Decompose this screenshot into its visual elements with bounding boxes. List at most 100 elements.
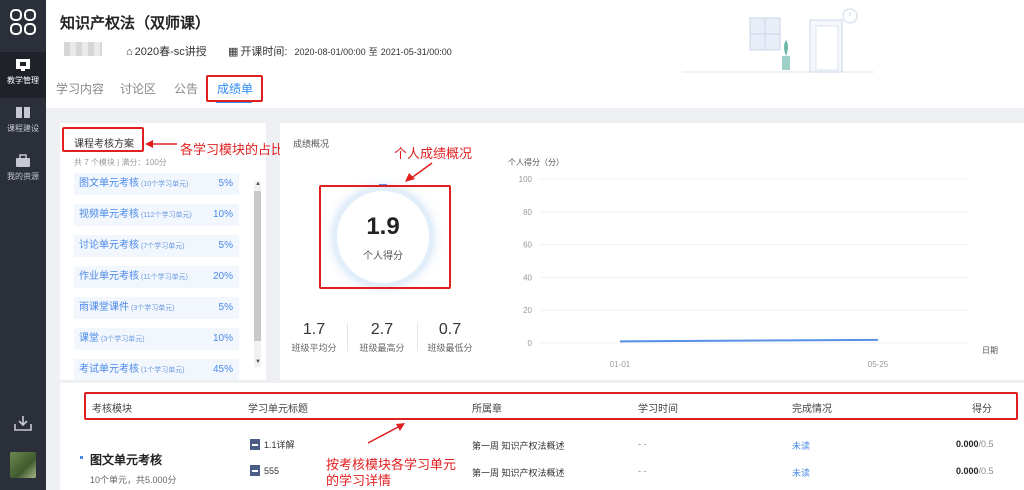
module-row-percent: 5% xyxy=(218,302,233,313)
annotation-box-table-header xyxy=(84,392,1018,420)
x-tick-label: 05-25 xyxy=(868,360,889,369)
module-row-units: (11个学习单元) xyxy=(141,274,188,281)
page-title: 知识产权法（双师课） xyxy=(60,15,211,32)
annotation-box-grades-tab xyxy=(206,75,263,102)
module-row[interactable]: 图文单元考核 (10个学习单元) 5% xyxy=(74,173,239,195)
app-logo-icon xyxy=(10,9,36,35)
module-row-units: (7个学习单元) xyxy=(141,243,185,250)
module-row-name: 作业单元考核 xyxy=(79,271,139,282)
teaching-icon xyxy=(16,59,30,71)
blurred-teacher-name xyxy=(64,42,102,56)
module-row-name: 讨论单元考核 xyxy=(79,240,139,251)
module-row-units: (3个学习单元) xyxy=(101,336,145,343)
avatar[interactable] xyxy=(10,452,36,478)
annotation-personal-overview: 个人成绩概况 xyxy=(394,146,473,161)
download-icon[interactable] xyxy=(13,414,33,432)
y-tick-label: 80 xyxy=(523,208,532,217)
room-illustration-icon xyxy=(682,8,874,73)
module-row-name: 视频单元考核 xyxy=(79,209,139,220)
module-row-units: (112个学习单元) xyxy=(141,212,192,219)
resource-icon xyxy=(16,154,30,167)
document-icon xyxy=(250,439,260,450)
module-description: 10个单元，共5.000分 xyxy=(90,475,177,485)
annotation-arrow-icon xyxy=(367,423,405,444)
course-time: ▦ 开课时间: 2020-08-01/00:00 至 2021-05-31/00:… xyxy=(228,46,452,58)
x-axis-label: 日期 xyxy=(982,346,998,355)
module-name: 图文单元考核 xyxy=(90,453,163,467)
series-line xyxy=(619,338,879,343)
tab-learning-content[interactable]: 学习内容 xyxy=(56,80,104,97)
module-row-percent: 5% xyxy=(218,240,233,251)
overview-title: 成绩概况 xyxy=(293,139,330,149)
sidebar-item-course-build[interactable]: 课程建设 xyxy=(0,100,46,146)
assessment-plan-panel: 课程考核方案 共 7 个模块 | 满分：100分 图文单元考核 (10个学习单元)… xyxy=(60,123,266,380)
annotation-arrow-icon xyxy=(405,162,433,182)
stat-divider xyxy=(417,323,418,351)
module-row-percent: 45% xyxy=(212,364,233,375)
sidebar-item-resources[interactable]: 我的资源 xyxy=(0,148,46,194)
module-row[interactable]: 视频单元考核 (112个学习单元) 10% xyxy=(74,204,239,226)
table-row-status[interactable]: 未读 xyxy=(792,439,810,452)
y-tick-label: 20 xyxy=(523,306,532,315)
module-list-scrollbar[interactable]: ▲ ▼ xyxy=(254,181,261,367)
tab-announcement[interactable]: 公告 xyxy=(174,80,198,97)
scroll-down-icon[interactable]: ▼ xyxy=(255,359,261,365)
table-row-time: - - xyxy=(638,439,647,449)
table-row-title[interactable]: 1.1详解 xyxy=(250,438,295,451)
document-icon xyxy=(250,465,260,476)
table-row-score: 0.000/0.5 xyxy=(956,439,994,449)
sidebar-item-label: 教学管理 xyxy=(7,76,39,85)
book-icon xyxy=(16,107,30,118)
module-row-percent: 10% xyxy=(212,333,233,344)
module-row-units: (10个学习单元) xyxy=(141,181,189,188)
module-row-name: 考试单元考核 xyxy=(79,364,139,375)
y-tick-label: 40 xyxy=(523,273,532,282)
annotation-details-2: 的学习详情 xyxy=(326,473,392,488)
semester-info: ⌂ 2020春-sc讲授 xyxy=(126,46,207,58)
scroll-up-icon[interactable]: ▲ xyxy=(255,181,261,187)
module-row-units: (3个学习单元) xyxy=(131,305,175,312)
module-row-percent: 5% xyxy=(218,178,233,189)
annotation-box-personal-score xyxy=(319,185,451,289)
module-row-name: 图文单元考核 xyxy=(79,178,139,189)
stat-class-max: 2.7 班级最高分 xyxy=(359,321,405,353)
sidebar: 教学管理 课程建设 我的资源 xyxy=(0,0,46,490)
module-bullet xyxy=(80,456,83,459)
module-row[interactable]: 考试单元考核 (1个学习单元) 45% xyxy=(74,359,239,380)
assessment-plan-summary: 共 7 个模块 | 满分：100分 xyxy=(74,158,167,167)
x-tick-label: 01-01 xyxy=(610,360,631,369)
course-header: 知识产权法（双师课） ⌂ 2020春-sc讲授 ▦ 开课时间: 2020-08-01… xyxy=(46,0,1024,108)
table-row-time: - - xyxy=(638,466,647,476)
y-tick-label: 100 xyxy=(519,175,533,184)
module-row-percent: 20% xyxy=(212,271,233,282)
table-row-status[interactable]: 未读 xyxy=(792,466,810,479)
stat-class-min: 0.7 班级最低分 xyxy=(427,321,473,353)
sidebar-item-teaching[interactable]: 教学管理 xyxy=(0,52,46,98)
calendar-icon: ▦ xyxy=(228,46,239,58)
table-row-title[interactable]: 555 xyxy=(250,465,279,476)
module-row[interactable]: 作业单元考核 (11个学习单元) 20% xyxy=(74,266,239,288)
module-row-name: 课堂 xyxy=(79,333,99,344)
y-axis-label: 个人得分（分） xyxy=(508,157,564,167)
sidebar-item-label: 课程建设 xyxy=(7,124,39,133)
tab-discussion[interactable]: 讨论区 xyxy=(120,80,156,97)
stat-class-average: 1.7 班级平均分 xyxy=(291,321,337,353)
y-tick-label: 0 xyxy=(528,339,533,348)
scrollbar-thumb[interactable] xyxy=(254,191,261,341)
module-row-name: 雨课堂课件 xyxy=(79,302,129,313)
table-row-score: 0.000/0.5 xyxy=(956,466,994,476)
table-row-chapter: 第一周 知识产权法概述 xyxy=(472,441,565,451)
home-icon: ⌂ xyxy=(126,46,133,58)
module-row[interactable]: 雨课堂课件 (3个学习单元) 5% xyxy=(74,297,239,319)
table-row-chapter: 第一周 知识产权法概述 xyxy=(472,468,565,478)
y-tick-label: 60 xyxy=(523,241,532,250)
annotation-box-plan-title xyxy=(62,127,144,152)
annotation-arrow-icon xyxy=(145,140,177,148)
annotation-module-share: 各学习模块的占比 xyxy=(180,142,285,157)
module-row[interactable]: 讨论单元考核 (7个学习单元) 5% xyxy=(74,235,239,257)
module-row[interactable]: 课堂 (3个学习单元) 10% xyxy=(74,328,239,350)
stat-divider xyxy=(347,323,348,351)
score-trend-chart: 个人得分（分） 0 20 40 60 80 100 01-01 05-25 日期 xyxy=(508,157,998,369)
module-row-percent: 10% xyxy=(212,209,233,220)
module-row-units: (1个学习单元) xyxy=(141,367,185,374)
